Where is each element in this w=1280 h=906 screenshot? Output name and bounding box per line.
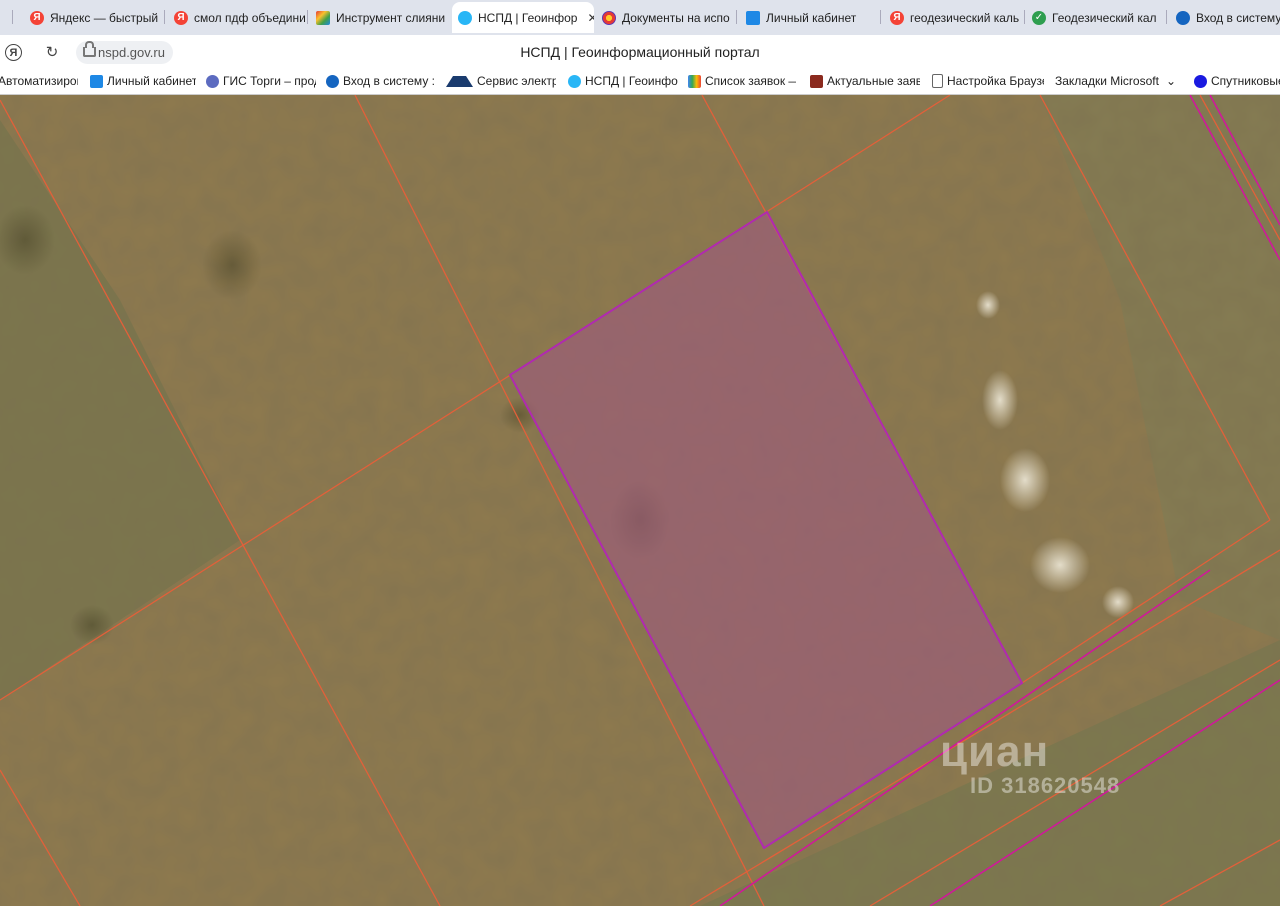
merge-tool-icon [316,10,330,25]
page-icon [932,74,943,88]
bookmark-label: Личный кабинет [107,74,196,88]
bookmark-item[interactable]: Список заявок — [688,74,796,88]
tab-label: Инструмент слияни [336,10,446,25]
tab-documents[interactable]: Документы на испо [596,2,730,33]
tab-geodetic-1[interactable]: Я геодезический каль [884,2,1024,33]
listing-id: ID 318620548 [970,773,1121,798]
tab-login[interactable]: Вход в систему [1170,2,1280,33]
chevron-down-icon[interactable]: ⌄ [1166,74,1180,88]
gmail-icon [688,74,701,88]
check-icon: ✓ [1032,10,1046,25]
bookmark-item[interactable]: Вход в систему :: Р [326,74,434,88]
tab-label: НСПД | Геоинфор [478,10,578,25]
tab-yandex[interactable]: Я Яндекс — быстрый [24,2,164,33]
close-icon[interactable]: ✕ [587,11,594,25]
cian-watermark: циан ID 318620548 [940,727,1120,799]
bookmark-label: Вход в систему :: Р [343,74,434,88]
tab-label: Вход в систему [1196,10,1280,25]
terrain-feature [976,291,1000,319]
bookmark-item[interactable]: ГИС Торги – прод [206,74,316,88]
cube-icon [810,74,823,88]
circle-icon [1194,74,1207,88]
cabinet-icon [90,74,103,88]
tab-separator [1166,10,1167,24]
service-icon [446,75,473,87]
docs-icon [602,10,616,25]
tab-separator [12,10,13,24]
address-bar: Я ↻ nspd.gov.ru НСПД | Геоинформационный… [0,35,1280,70]
bookmark-label: Закладки Microsoft [1055,74,1159,88]
bookmark-item[interactable]: Актуальные заявл [810,74,920,88]
tab-merge-tool[interactable]: Инструмент слияни [310,2,446,33]
bookmarks-bar: Автоматизирован Личный кабинет ГИС Торги… [0,70,1280,95]
yandex-icon: Я [174,10,188,25]
tab-separator [307,10,308,24]
tab-label: смол пдф объедини [194,10,306,25]
terrain-feature [1030,537,1090,593]
bookmark-label: Список заявок — [705,74,796,88]
bookmark-label: Спутниковые [1211,74,1280,88]
bookmark-item[interactable]: НСПД | Геоинфор [568,74,678,88]
tab-smallpdf[interactable]: Я смол пдф объедини [168,2,306,33]
tab-separator [880,10,881,24]
nspd-icon [568,74,581,88]
tab-label: геодезический каль [910,10,1020,25]
bookmark-label: ГИС Торги – прод [223,74,316,88]
tab-separator [164,10,165,24]
tab-nspd[interactable]: НСПД | Геоинфор ✕ [452,2,594,33]
gos-icon [326,74,339,88]
gos-icon [1176,10,1190,25]
bookmark-label: Настройка Браузе [947,74,1044,88]
terrain-feature [202,230,262,300]
terrain-feature [70,605,114,645]
tab-bar: Я Яндекс — быстрый Я смол пдф объедини И… [0,0,1280,35]
terrain-feature [982,370,1018,430]
bookmark-item[interactable]: Настройка Браузе [932,74,1044,88]
tab-separator [1024,10,1025,24]
bookmark-label: Актуальные заявл [827,74,920,88]
bookmark-label: НСПД | Геоинфор [585,74,678,88]
gis-torgi-icon [206,74,219,88]
yandex-icon: Я [30,10,44,25]
bookmark-folder[interactable]: Закладки Microsoft [1055,74,1161,88]
yandex-icon: Я [890,10,904,25]
tab-separator [736,10,737,24]
bookmark-label: Сервис электрон [477,74,556,88]
bookmark-item[interactable]: Спутниковые [1194,74,1280,88]
map-view[interactable]: циан ID 318620548 [0,95,1280,906]
nspd-icon [458,10,472,25]
tab-label: Личный кабинет [766,10,857,25]
tab-label: Геодезический кал [1052,10,1157,25]
tab-label: Документы на испо [622,10,730,25]
tab-geodetic-2[interactable]: ✓ Геодезический кал [1026,2,1168,33]
bookmark-item[interactable]: Автоматизирован [0,74,78,88]
cian-logo: циан [940,727,1050,776]
page-title: НСПД | Геоинформационный портал [520,44,760,60]
bookmark-item[interactable]: Сервис электрон [446,74,556,88]
tab-label: Яндекс — быстрый [50,10,159,25]
bookmark-item[interactable]: Личный кабинет [90,74,196,88]
cabinet-icon [746,10,760,25]
terrain-feature [1000,448,1050,512]
tab-cabinet[interactable]: Личный кабинет [740,2,880,33]
bookmark-label: Автоматизирован [0,74,78,88]
